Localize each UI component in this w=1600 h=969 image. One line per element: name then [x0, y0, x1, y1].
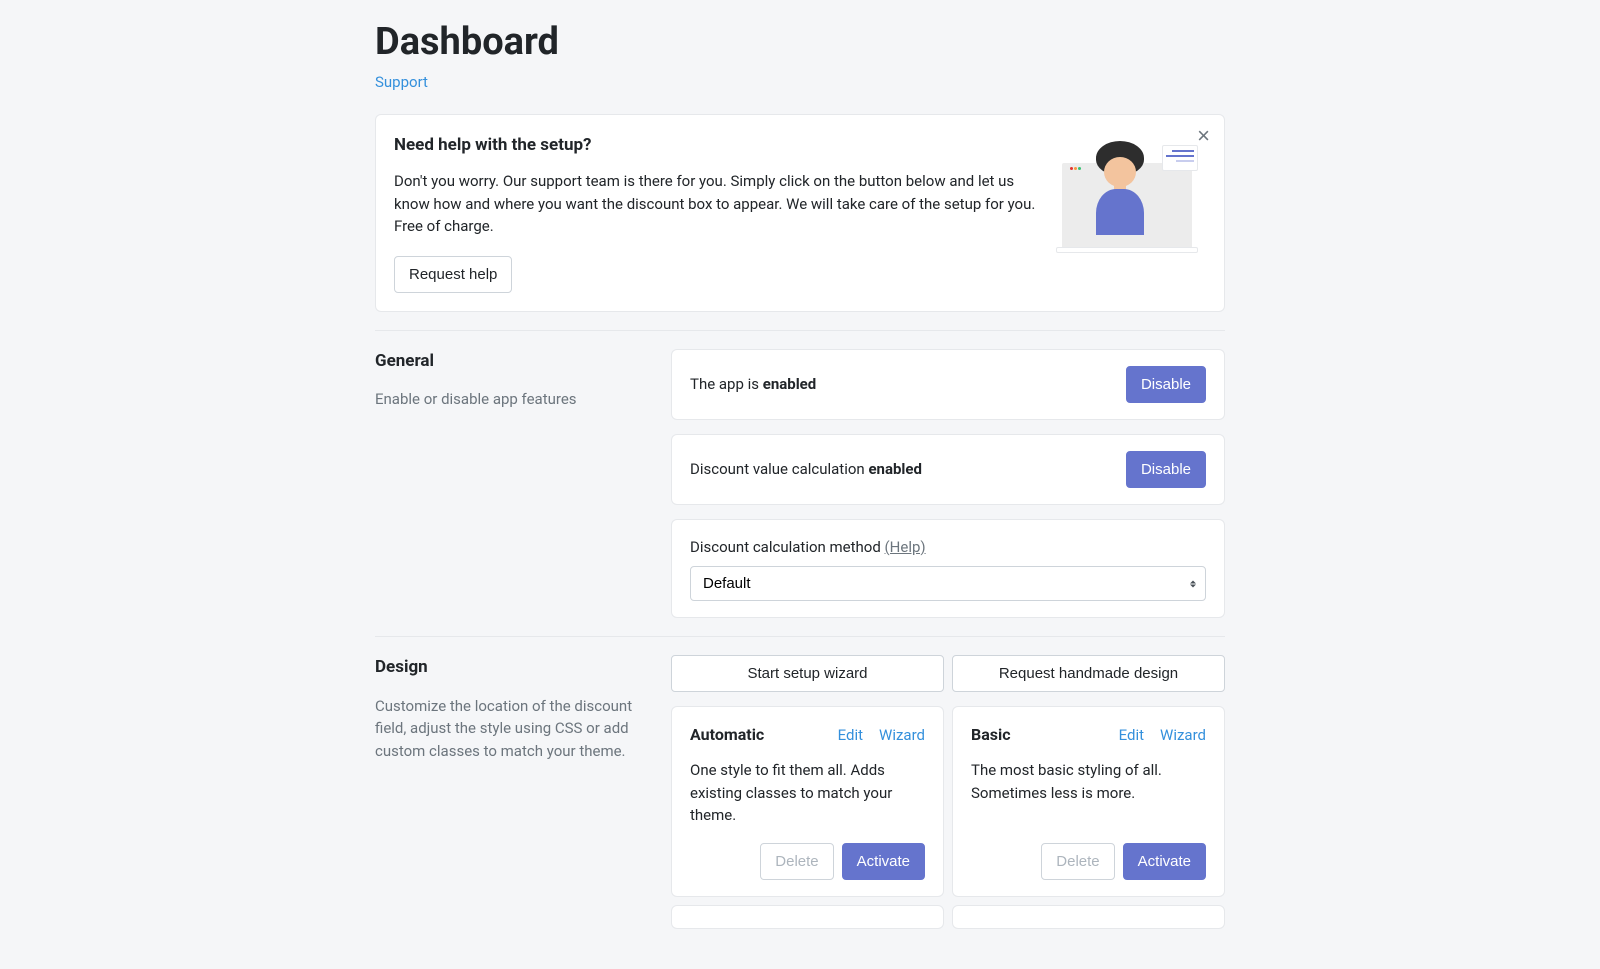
request-handmade-design-button[interactable]: Request handmade design	[952, 655, 1225, 692]
wizard-link[interactable]: Wizard	[1160, 724, 1206, 747]
app-status-value: enabled	[763, 375, 817, 393]
activate-button[interactable]: Activate	[1123, 843, 1206, 880]
general-heading: General	[375, 349, 651, 375]
wizard-link[interactable]: Wizard	[879, 724, 925, 747]
design-card-title: Basic	[971, 723, 1103, 747]
help-banner-title: Need help with the setup?	[394, 133, 1038, 159]
design-card-title: Automatic	[690, 723, 822, 747]
calc-status-prefix: Discount value calculation	[690, 460, 868, 478]
design-card-automatic: Automatic Edit Wizard One style to fit t…	[671, 706, 944, 897]
close-icon[interactable]: ×	[1197, 125, 1210, 147]
edit-link[interactable]: Edit	[838, 724, 863, 747]
calc-status-text: Discount value calculation enabled	[690, 458, 922, 481]
calc-method-help-link[interactable]: (Help)	[885, 538, 926, 556]
app-status-text: The app is enabled	[690, 373, 816, 396]
delete-button: Delete	[1041, 843, 1114, 880]
app-status-card: The app is enabled Disable	[671, 349, 1225, 420]
design-subheading: Customize the location of the discount f…	[375, 695, 651, 763]
design-section: Design Customize the location of the dis…	[375, 655, 1225, 929]
design-card-partial-1	[671, 905, 944, 929]
start-setup-wizard-button[interactable]: Start setup wizard	[671, 655, 944, 692]
app-disable-button[interactable]: Disable	[1126, 366, 1206, 403]
calc-method-card: Discount calculation method (Help) Defau…	[671, 519, 1225, 619]
help-banner-body: Don't you worry. Our support team is the…	[394, 170, 1038, 238]
calc-status-card: Discount value calculation enabled Disab…	[671, 434, 1225, 505]
calc-method-label-row: Discount calculation method (Help)	[690, 536, 1206, 559]
page-title: Dashboard	[375, 14, 1225, 71]
activate-button[interactable]: Activate	[842, 843, 925, 880]
general-section: General Enable or disable app features T…	[375, 349, 1225, 619]
request-help-button[interactable]: Request help	[394, 256, 512, 293]
design-card-desc: One style to fit them all. Adds existing…	[690, 759, 925, 827]
design-card-basic: Basic Edit Wizard The most basic styling…	[952, 706, 1225, 897]
calc-status-value: enabled	[868, 460, 922, 478]
general-subheading: Enable or disable app features	[375, 388, 651, 411]
support-link[interactable]: Support	[375, 71, 428, 94]
support-illustration	[1062, 139, 1192, 249]
calc-method-label: Discount calculation method	[690, 538, 885, 556]
design-card-partial-2	[952, 905, 1225, 929]
design-card-desc: The most basic styling of all. Sometimes…	[971, 759, 1206, 827]
calc-disable-button[interactable]: Disable	[1126, 451, 1206, 488]
app-status-prefix: The app is	[690, 375, 763, 393]
help-banner: Need help with the setup? Don't you worr…	[375, 114, 1225, 312]
calc-method-select[interactable]: Default	[690, 566, 1206, 601]
delete-button: Delete	[760, 843, 833, 880]
edit-link[interactable]: Edit	[1119, 724, 1144, 747]
design-heading: Design	[375, 655, 651, 681]
